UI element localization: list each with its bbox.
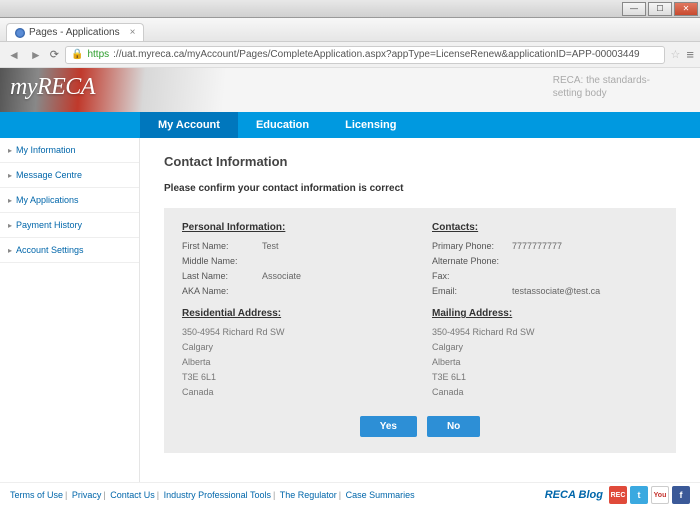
last-name-value: Associate [262, 271, 301, 281]
url-scheme: https [87, 49, 109, 60]
tagline: RECA: the standards- setting body [553, 74, 650, 100]
aka-name-label: AKA Name: [182, 286, 262, 296]
middle-name-label: Middle Name: [182, 256, 262, 266]
page-header: myRECA RECA: the standards- setting body [0, 68, 700, 112]
footer: Terms of Use| Privacy| Contact Us| Indus… [0, 482, 700, 507]
personal-column: Personal Information: First Name:Test Mi… [182, 222, 408, 402]
lock-icon: 🔒 [71, 49, 83, 60]
footer-link-contact[interactable]: Contact Us [110, 490, 155, 500]
tagline-line1: RECA: the standards- [553, 74, 650, 87]
footer-link-cases[interactable]: Case Summaries [346, 490, 415, 500]
info-panel: Personal Information: First Name:Test Mi… [164, 208, 676, 453]
blog-link[interactable]: RECA Blog [545, 489, 603, 501]
reload-button[interactable]: ⟳ [50, 48, 59, 61]
residential-heading: Residential Address: [182, 308, 408, 319]
nav-education[interactable]: Education [238, 112, 327, 138]
yes-button[interactable]: Yes [360, 416, 417, 437]
minimize-button[interactable]: — [622, 2, 646, 16]
favicon-icon [15, 28, 25, 38]
primary-phone-value: 7777777777 [512, 241, 562, 251]
browser-menu-icon[interactable]: ≡ [686, 47, 694, 62]
sidebar-item-label: Account Settings [16, 245, 84, 255]
no-button[interactable]: No [427, 416, 480, 437]
close-window-button[interactable]: ✕ [674, 2, 698, 16]
mailing-line: 350-4954 Richard Rd SW [432, 327, 658, 337]
sidebar-item-label: My Applications [16, 195, 79, 205]
first-name-label: First Name: [182, 241, 262, 251]
sidebar-item-account-settings[interactable]: ▸ Account Settings [0, 238, 139, 263]
separator: | [273, 490, 275, 500]
section-title: Contact Information [164, 154, 676, 169]
sidebar-item-message-centre[interactable]: ▸ Message Centre [0, 163, 139, 188]
sidebar-item-label: Payment History [16, 220, 82, 230]
residential-line: 350-4954 Richard Rd SW [182, 327, 408, 337]
email-value: testassociate@test.ca [512, 286, 600, 296]
nav-my-account[interactable]: My Account [140, 112, 238, 138]
sidebar: ▸ My Information ▸ Message Centre ▸ My Appl… [0, 138, 140, 482]
separator: | [157, 490, 159, 500]
twitter-icon[interactable]: t [630, 486, 648, 504]
chevron-right-icon: ▸ [8, 196, 12, 205]
back-button[interactable]: ◄ [6, 48, 22, 62]
first-name-value: Test [262, 241, 279, 251]
separator: | [103, 490, 105, 500]
sidebar-item-label: My Information [16, 145, 76, 155]
instruction-text: Please confirm your contact information … [164, 183, 676, 194]
nav-licensing[interactable]: Licensing [327, 112, 414, 138]
youtube-icon[interactable]: You [651, 486, 669, 504]
sidebar-item-label: Message Centre [16, 170, 82, 180]
tagline-line2: setting body [553, 87, 650, 100]
window-titlebar: — ☐ ✕ [0, 0, 700, 18]
residential-line: Alberta [182, 357, 408, 367]
mailing-heading: Mailing Address: [432, 308, 658, 319]
sidebar-item-my-applications[interactable]: ▸ My Applications [0, 188, 139, 213]
browser-tab[interactable]: Pages - Applications × [6, 23, 144, 41]
residential-line: T3E 6L1 [182, 372, 408, 382]
browser-tab-strip: Pages - Applications × [0, 18, 700, 42]
maximize-button[interactable]: ☐ [648, 2, 672, 16]
logo: myRECA [10, 74, 95, 101]
footer-link-tools[interactable]: Industry Professional Tools [164, 490, 271, 500]
main-panel: Contact Information Please confirm your … [140, 138, 700, 482]
footer-links: Terms of Use| Privacy| Contact Us| Indus… [10, 490, 415, 500]
mailing-line: T3E 6L1 [432, 372, 658, 382]
tab-title: Pages - Applications [29, 27, 120, 38]
last-name-label: Last Name: [182, 271, 262, 281]
address-bar[interactable]: 🔒 https ://uat.myreca.ca/myAccount/Pages… [65, 46, 665, 64]
main-nav: My Account Education Licensing [0, 112, 700, 138]
tab-close-icon[interactable]: × [130, 27, 136, 38]
contacts-heading: Contacts: [432, 222, 658, 233]
primary-phone-label: Primary Phone: [432, 241, 512, 251]
email-label: Email: [432, 286, 512, 296]
footer-social: RECA Blog REC t You f [545, 486, 690, 504]
residential-line: Canada [182, 387, 408, 397]
personal-heading: Personal Information: [182, 222, 408, 233]
url-text: ://uat.myreca.ca/myAccount/Pages/Complet… [113, 49, 639, 60]
footer-link-terms[interactable]: Terms of Use [10, 490, 63, 500]
footer-link-regulator[interactable]: The Regulator [280, 490, 337, 500]
alternate-phone-label: Alternate Phone: [432, 256, 512, 266]
chevron-right-icon: ▸ [8, 221, 12, 230]
sidebar-item-payment-history[interactable]: ▸ Payment History [0, 213, 139, 238]
rec-icon[interactable]: REC [609, 486, 627, 504]
residential-line: Calgary [182, 342, 408, 352]
browser-toolbar: ◄ ► ⟳ 🔒 https ://uat.myreca.ca/myAccount… [0, 42, 700, 68]
chevron-right-icon: ▸ [8, 171, 12, 180]
button-row: Yes No [182, 416, 658, 437]
fax-label: Fax: [432, 271, 512, 281]
content-area: ▸ My Information ▸ Message Centre ▸ My Appl… [0, 138, 700, 482]
chevron-right-icon: ▸ [8, 146, 12, 155]
facebook-icon[interactable]: f [672, 486, 690, 504]
bookmark-star-icon[interactable]: ☆ [671, 48, 681, 61]
mailing-line: Canada [432, 387, 658, 397]
separator: | [65, 490, 67, 500]
chevron-right-icon: ▸ [8, 246, 12, 255]
sidebar-item-my-information[interactable]: ▸ My Information [0, 138, 139, 163]
mailing-line: Alberta [432, 357, 658, 367]
separator: | [339, 490, 341, 500]
footer-link-privacy[interactable]: Privacy [72, 490, 102, 500]
forward-button[interactable]: ► [28, 48, 44, 62]
mailing-line: Calgary [432, 342, 658, 352]
contacts-column: Contacts: Primary Phone:7777777777 Alter… [432, 222, 658, 402]
